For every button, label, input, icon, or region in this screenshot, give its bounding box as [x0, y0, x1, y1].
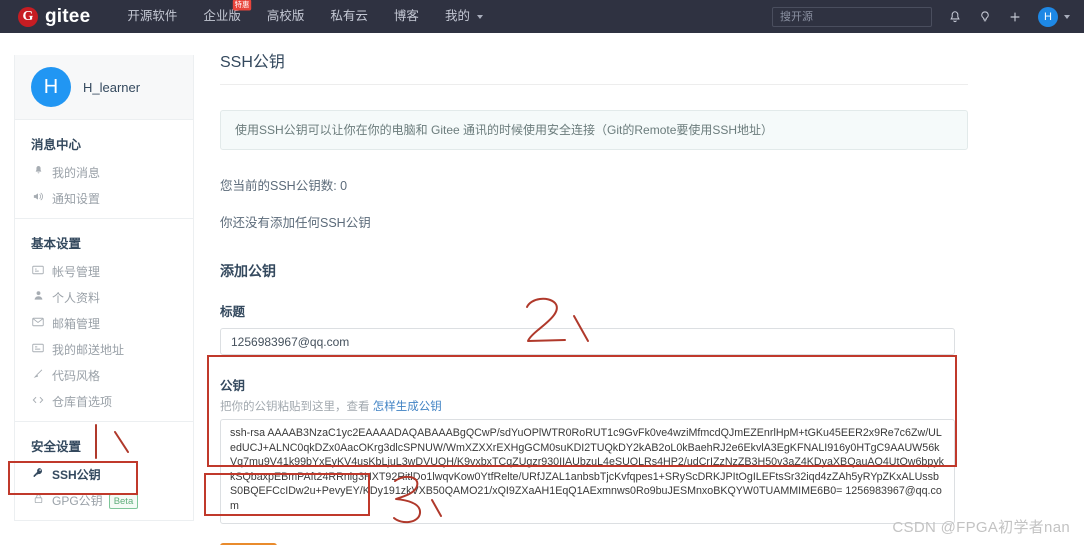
- sidebar-group-title: 基本设置: [31, 237, 82, 251]
- sidebar-group-title: 安全设置: [31, 440, 82, 454]
- watermark: CSDN @FPGA初学者nan: [892, 519, 1070, 536]
- sidebar-item-label: 我的邮送地址: [52, 343, 125, 357]
- public-key-field-label: 公钥: [220, 379, 246, 393]
- sidebar-item-label: GPG公钥: [52, 494, 103, 508]
- bell-icon[interactable]: [948, 10, 962, 24]
- how-to-generate-key-link[interactable]: 怎样生成公钥: [373, 401, 442, 413]
- nav-label: 企业版: [203, 9, 241, 23]
- gitee-logo-icon: [18, 6, 38, 27]
- chevron-down-icon: [477, 14, 484, 19]
- nav-badge-promo: 特惠: [232, 0, 252, 11]
- nav-label: 高校版: [266, 9, 305, 23]
- sidebar-user-card[interactable]: H H_learner: [15, 55, 193, 120]
- page-title: SSH公钥: [220, 48, 968, 85]
- sidebar-item-account-management[interactable]: 帐号管理: [15, 259, 193, 285]
- sidebar-item-gpg-keys[interactable]: GPG公钥 Beta: [15, 488, 193, 514]
- id-card-icon: [31, 264, 45, 280]
- nav-item-university[interactable]: 高校版: [254, 0, 318, 33]
- public-key-textarea[interactable]: [220, 419, 955, 524]
- person-icon: [31, 290, 45, 306]
- top-nav-items: 开源软件 企业版 特惠 高校版 私有云 博客 我的: [114, 0, 496, 33]
- title-field-label: 标题: [220, 305, 246, 319]
- sidebar-item-label: 帐号管理: [52, 265, 101, 279]
- sidebar-item-email-management[interactable]: 邮箱管理: [15, 311, 193, 337]
- sidebar-item-repo-preferences[interactable]: 仓库首选项: [15, 389, 193, 415]
- user-avatar-top[interactable]: H: [1038, 6, 1058, 27]
- sidebar-item-profile[interactable]: 个人资料: [15, 285, 193, 311]
- public-key-textarea-wrap: [220, 419, 968, 529]
- nav-item-opensource[interactable]: 开源软件: [114, 0, 190, 33]
- address-icon: [31, 342, 45, 358]
- megaphone-icon: [31, 191, 45, 207]
- main-content: SSH公钥 使用SSH公钥可以让你在你的电脑和 Gitee 通讯的时候使用安全连…: [220, 48, 968, 545]
- sidebar-group-security-settings: 安全设置 SSH公钥 GPG公钥 Beta: [15, 421, 193, 520]
- info-banner: 使用SSH公钥可以让你在你的电脑和 Gitee 通讯的时候使用安全连接（Git的…: [220, 110, 968, 150]
- avatar: H: [31, 67, 71, 107]
- sidebar-item-label: 我的消息: [52, 166, 101, 180]
- nav-label: 我的: [444, 9, 470, 23]
- page-root: gitee 开源软件 企业版 特惠 高校版 私有云 博客 我的: [0, 0, 1084, 545]
- nav-label: 博客: [393, 9, 419, 23]
- gitee-logo-text: gitee: [45, 5, 91, 27]
- bell-icon: [31, 165, 45, 181]
- nav-item-mine[interactable]: 我的: [432, 0, 497, 33]
- sidebar-item-code-style[interactable]: 代码风格: [15, 363, 193, 389]
- no-ssh-key-text: 你还没有添加任何SSH公钥: [220, 216, 371, 230]
- lightbulb-icon[interactable]: [978, 10, 992, 24]
- sidebar-item-label: 通知设置: [52, 192, 101, 206]
- sidebar-item-my-messages[interactable]: 我的消息: [15, 160, 193, 186]
- key-icon: [31, 467, 45, 483]
- nav-item-enterprise[interactable]: 企业版 特惠: [190, 0, 254, 33]
- sidebar-item-ssh-keys[interactable]: SSH公钥: [15, 462, 193, 488]
- avatar-chevron-down-icon[interactable]: [1064, 14, 1070, 19]
- lock-icon: [31, 493, 45, 509]
- public-key-hint: 把你的公钥粘贴到这里，查看 怎样生成公钥: [220, 398, 968, 414]
- brush-icon: [31, 368, 45, 384]
- sidebar-item-label: 邮箱管理: [52, 317, 101, 331]
- nav-item-privatecloud[interactable]: 私有云: [317, 0, 381, 33]
- envelope-icon: [31, 316, 45, 332]
- sidebar-group-messages: 消息中心 我的消息 通知设置: [15, 120, 193, 218]
- status-badge-beta: Beta: [108, 493, 139, 509]
- nav-label: 私有云: [330, 9, 368, 23]
- search-input[interactable]: [772, 6, 932, 27]
- plus-icon[interactable]: [1008, 10, 1022, 24]
- sidebar-item-label: 代码风格: [52, 369, 101, 383]
- sidebar-group-title: 消息中心: [31, 138, 82, 152]
- top-nav-right: H: [772, 0, 1070, 33]
- sidebar-item-label: 个人资料: [52, 291, 101, 305]
- title-input[interactable]: [220, 328, 955, 355]
- ssh-key-count-text: 您当前的SSH公钥数: 0: [220, 179, 348, 193]
- sidebar-username: H_learner: [83, 79, 141, 95]
- nav-label: 开源软件: [127, 9, 178, 23]
- sidebar-item-notification-settings[interactable]: 通知设置: [15, 186, 193, 212]
- public-key-hint-text: 把你的公钥粘贴到这里，查看: [220, 401, 373, 413]
- code-icon: [31, 394, 45, 410]
- sidebar: H H_learner 消息中心 我的消息 通知设置 基本设置 帐号管理 个人资…: [14, 55, 194, 521]
- sidebar-item-mailing-address[interactable]: 我的邮送地址: [15, 337, 193, 363]
- nav-item-blog[interactable]: 博客: [381, 0, 432, 33]
- sidebar-item-label: SSH公钥: [52, 468, 101, 482]
- top-navigation-bar: gitee 开源软件 企业版 特惠 高校版 私有云 博客 我的: [0, 0, 1084, 33]
- sidebar-group-basic-settings: 基本设置 帐号管理 个人资料 邮箱管理 我的邮送地址 代码风格 仓库首选项: [15, 218, 193, 421]
- add-key-section-title: 添加公钥: [220, 263, 276, 279]
- sidebar-item-label: 仓库首选项: [52, 395, 113, 409]
- gitee-logo[interactable]: gitee: [18, 6, 90, 28]
